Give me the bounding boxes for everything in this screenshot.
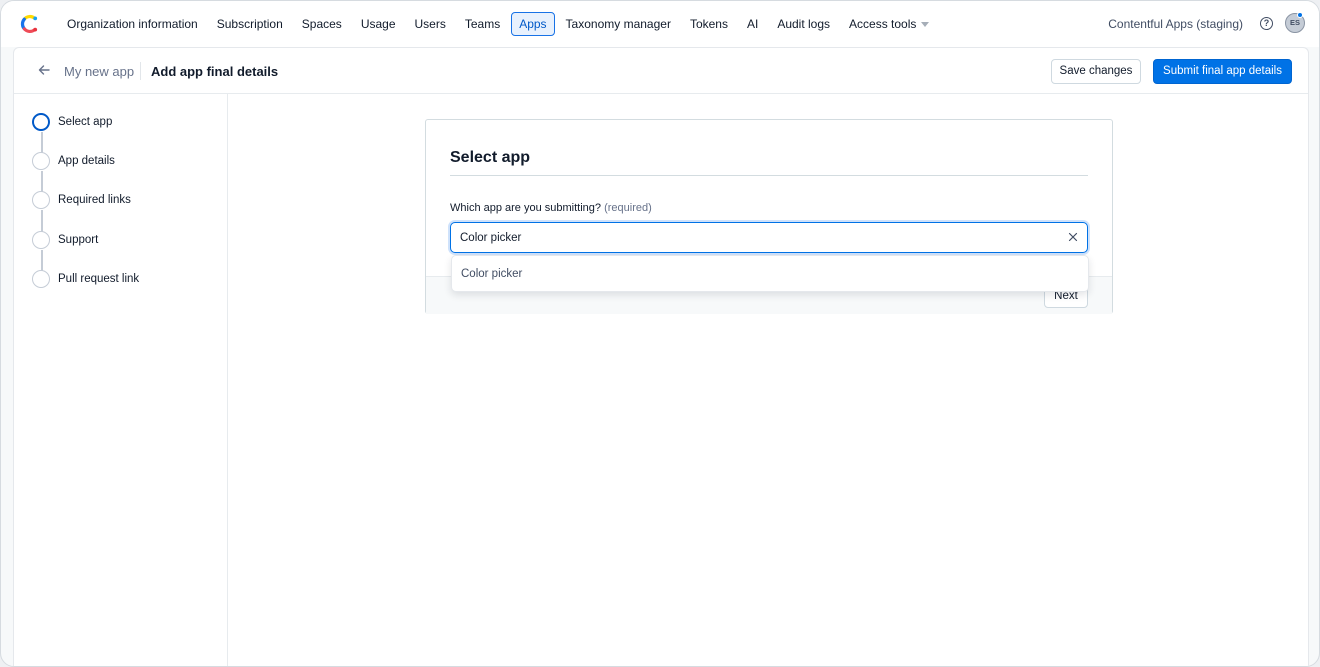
divider: [450, 175, 1088, 176]
step-pending-icon: [32, 191, 50, 209]
breadcrumb-divider: [140, 62, 141, 80]
nav-item-apps[interactable]: Apps: [511, 12, 555, 36]
step-required-links[interactable]: Required links: [32, 190, 131, 210]
close-icon[interactable]: [1067, 231, 1079, 243]
step-label: Required links: [58, 194, 131, 206]
step-label: Support: [58, 234, 99, 246]
step-app-details[interactable]: App details: [32, 151, 115, 171]
caret-down-icon: [921, 21, 930, 27]
workbench-header: My new app Add app final details Save ch…: [14, 48, 1308, 94]
step-label: Pull request link: [58, 273, 140, 285]
contentful-logo-icon[interactable]: [19, 13, 41, 35]
workbench: My new app Add app final details Save ch…: [13, 47, 1309, 666]
nav-item-teams[interactable]: Teams: [457, 12, 508, 36]
required-hint: (required): [604, 202, 652, 214]
nav-item-organization-information[interactable]: Organization information: [59, 12, 206, 36]
nav-item-ai[interactable]: AI: [739, 12, 766, 36]
nav-menu: Organization information Subscription Sp…: [59, 12, 940, 36]
organization-switcher[interactable]: Contentful Apps (staging): [1108, 17, 1243, 31]
nav-item-audit-logs[interactable]: Audit logs: [769, 12, 838, 36]
nav-item-access-tools[interactable]: Access tools: [841, 12, 937, 36]
app-search-input[interactable]: [450, 222, 1088, 253]
step-label: App details: [58, 155, 115, 167]
field-label: Which app are you submitting? (required): [450, 202, 652, 214]
card-title: Select app: [450, 149, 531, 166]
page-title: Add app final details: [151, 64, 279, 79]
nav-item-taxonomy-manager[interactable]: Taxonomy manager: [558, 12, 679, 36]
submit-final-app-details-button[interactable]: Submit final app details: [1153, 59, 1292, 84]
step-pull-request-link[interactable]: Pull request link: [32, 269, 139, 289]
step-label: Select app: [58, 116, 113, 128]
step-current-icon: [32, 113, 50, 131]
stepper-sidebar: Select app App details Required links Su…: [14, 94, 228, 666]
breadcrumb-parent[interactable]: My new app: [64, 64, 134, 79]
arrow-left-icon[interactable]: [36, 62, 52, 78]
step-pending-icon: [32, 152, 50, 170]
step-pending-icon: [32, 231, 50, 249]
nav-item-access-tools-label: Access tools: [849, 17, 917, 31]
nav-item-subscription[interactable]: Subscription: [209, 12, 291, 36]
notification-dot-icon: [1297, 12, 1303, 18]
autocomplete-dropdown: Color picker: [451, 255, 1089, 292]
top-navigation: Organization information Subscription Sp…: [1, 1, 1319, 47]
step-select-app[interactable]: Select app: [32, 112, 112, 132]
field-label-text: Which app are you submitting?: [450, 202, 602, 214]
autocomplete-option[interactable]: Color picker: [461, 268, 522, 280]
step-support[interactable]: Support: [32, 230, 98, 250]
app-window: Organization information Subscription Sp…: [0, 0, 1320, 667]
save-changes-button[interactable]: Save changes: [1051, 59, 1141, 84]
nav-item-users[interactable]: Users: [407, 12, 454, 36]
help-icon[interactable]: ?: [1260, 17, 1273, 30]
nav-item-spaces[interactable]: Spaces: [294, 12, 350, 36]
nav-item-tokens[interactable]: Tokens: [682, 12, 736, 36]
nav-item-usage[interactable]: Usage: [353, 12, 404, 36]
step-pending-icon: [32, 270, 50, 288]
